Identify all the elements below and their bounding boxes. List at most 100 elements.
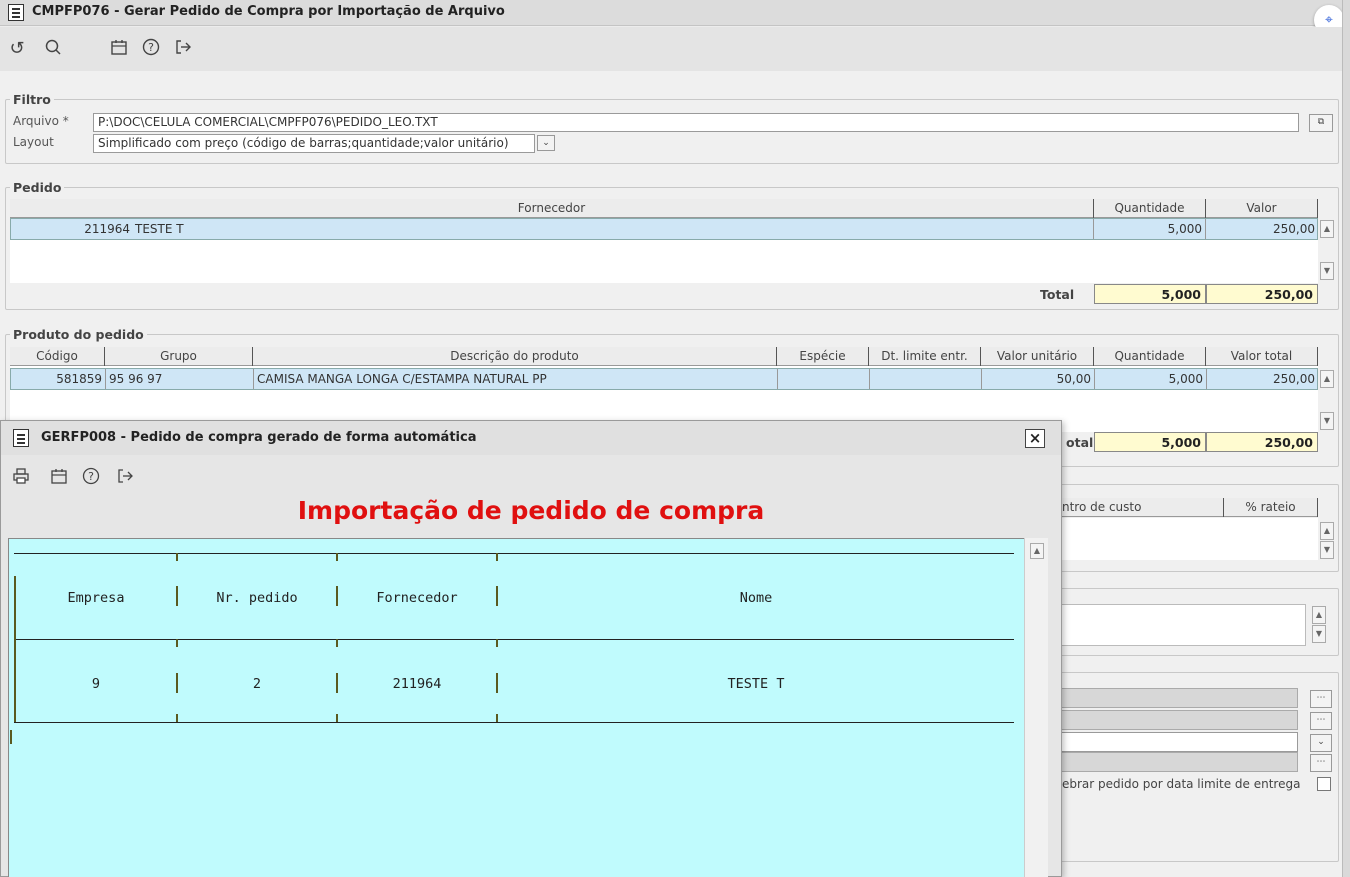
produto-valor-total: 250,00 bbox=[1273, 372, 1315, 386]
col-descricao[interactable]: Descrição do produto bbox=[253, 347, 777, 366]
observacao-textarea[interactable] bbox=[1060, 604, 1306, 646]
col-especie[interactable]: Espécie bbox=[777, 347, 869, 366]
layout-select[interactable]: Simplificado com preço (código de barras… bbox=[93, 134, 535, 153]
produto-codigo: 581859 bbox=[11, 369, 106, 389]
help-icon[interactable]: ? bbox=[80, 467, 102, 489]
report-col-nome: Nome bbox=[739, 590, 773, 606]
table-row[interactable]: 211964 TESTE T 5,000 250,00 bbox=[10, 218, 1318, 240]
pedido-legend: Pedido bbox=[13, 180, 62, 195]
scroll-up-icon[interactable]: ▲ bbox=[1320, 370, 1334, 388]
col-centro-custo[interactable]: ntro de custo bbox=[1060, 498, 1224, 517]
rateio-grid-body bbox=[1060, 518, 1318, 560]
produto-quantidade: 5,000 bbox=[1095, 369, 1207, 389]
produto-especie bbox=[778, 369, 870, 389]
col-dt-limite[interactable]: Dt. limite entr. bbox=[869, 347, 981, 366]
pedido-grid-header: Fornecedor Quantidade Valor bbox=[10, 199, 1318, 218]
close-icon[interactable]: × bbox=[1025, 429, 1045, 448]
lookup-icon[interactable]: ⋯ bbox=[1310, 754, 1332, 772]
report-col-fornecedor: Fornecedor bbox=[376, 590, 458, 606]
lookup-icon[interactable]: ⋯ bbox=[1310, 690, 1332, 708]
report-fornecedor-value: 211964 bbox=[392, 676, 442, 692]
scroll-down-icon[interactable]: ▼ bbox=[1320, 412, 1334, 430]
browse-file-icon[interactable]: ⧉ bbox=[1309, 114, 1333, 132]
exit-icon[interactable] bbox=[172, 38, 194, 60]
scroll-down-icon[interactable]: ▼ bbox=[1312, 625, 1326, 643]
col-quantidade[interactable]: Quantidade bbox=[1094, 347, 1206, 366]
table-row[interactable]: 581859 95 96 97 CAMISA MANGA LONGA C/EST… bbox=[10, 368, 1318, 390]
report-divider bbox=[176, 553, 178, 561]
app-document-icon bbox=[8, 4, 24, 21]
col-grupo[interactable]: Grupo bbox=[105, 347, 253, 366]
calendar-icon[interactable] bbox=[48, 467, 70, 489]
app-document-icon bbox=[13, 429, 29, 447]
fornecedor-code: 211964 bbox=[84, 222, 130, 236]
filtro-legend: Filtro bbox=[13, 92, 51, 107]
scroll-up-icon[interactable]: ▲ bbox=[1320, 220, 1334, 238]
col-quantidade[interactable]: Quantidade bbox=[1094, 199, 1206, 218]
pedido-total-label: Total bbox=[1040, 287, 1075, 302]
pedido-quantidade: 5,000 bbox=[1094, 219, 1206, 239]
search-icon[interactable] bbox=[42, 38, 64, 60]
main-toolbar: ↺ ? bbox=[0, 27, 1342, 71]
report-divider bbox=[176, 639, 178, 647]
lookup-icon[interactable]: ⋯ bbox=[1310, 712, 1332, 730]
arquivo-field[interactable]: P:\DOC\CELULA COMERCIAL\CMPFP076\PEDIDO_… bbox=[93, 113, 1299, 132]
report-col-nr-pedido: Nr. pedido bbox=[216, 590, 298, 606]
chevron-down-icon[interactable]: ⌄ bbox=[1310, 734, 1332, 752]
scroll-down-icon[interactable]: ▼ bbox=[1320, 262, 1334, 280]
report-divider bbox=[336, 639, 338, 647]
report-rule-mid bbox=[14, 639, 1014, 640]
exit-icon[interactable] bbox=[114, 467, 136, 489]
pedido-total-quantidade: 5,000 bbox=[1094, 284, 1206, 304]
col-codigo[interactable]: Código bbox=[10, 347, 105, 366]
report-title: Importação de pedido de compra bbox=[297, 496, 765, 525]
svg-text:?: ? bbox=[148, 41, 154, 54]
help-icon[interactable]: ? bbox=[140, 38, 162, 60]
report-nome-value: TESTE T bbox=[727, 676, 785, 692]
option-field-1[interactable] bbox=[1060, 688, 1298, 708]
pedido-valor: 250,00 bbox=[1273, 222, 1315, 236]
window-titlebar: CMPFP076 - Gerar Pedido de Compra por Im… bbox=[0, 0, 1350, 26]
report-divider bbox=[336, 553, 338, 561]
scroll-up-icon[interactable]: ▲ bbox=[1320, 522, 1334, 540]
col-valor-unitario[interactable]: Valor unitário bbox=[981, 347, 1094, 366]
layout-label: Layout bbox=[13, 135, 54, 149]
scroll-up-icon[interactable]: ▲ bbox=[1312, 606, 1326, 624]
produto-total-valor: 250,00 bbox=[1206, 432, 1318, 452]
scroll-down-icon[interactable]: ▼ bbox=[1320, 541, 1334, 559]
scroll-up-icon[interactable]: ▲ bbox=[1030, 543, 1044, 559]
option-field-2[interactable] bbox=[1060, 710, 1298, 730]
window-title: CMPFP076 - Gerar Pedido de Compra por Im… bbox=[32, 4, 505, 19]
report-nr-pedido-value: 2 bbox=[252, 676, 262, 692]
report-divider bbox=[336, 714, 338, 722]
dialog-titlebar: GERFP008 - Pedido de compra gerado de fo… bbox=[1, 421, 1061, 455]
col-rateio[interactable]: % rateio bbox=[1224, 498, 1318, 517]
col-fornecedor[interactable]: Fornecedor bbox=[10, 199, 1094, 218]
col-valor-total[interactable]: Valor total bbox=[1206, 347, 1318, 366]
report-divider bbox=[496, 714, 498, 722]
calendar-icon[interactable] bbox=[108, 38, 130, 60]
print-icon[interactable] bbox=[10, 467, 32, 489]
col-valor[interactable]: Valor bbox=[1206, 199, 1318, 218]
dialog-title: GERFP008 - Pedido de compra gerado de fo… bbox=[41, 430, 477, 445]
report-scrollbar[interactable]: ▲ bbox=[1024, 538, 1048, 877]
report-divider bbox=[496, 553, 498, 561]
quebrar-pedido-checkbox[interactable] bbox=[1317, 777, 1331, 791]
report-rule-top bbox=[14, 553, 1014, 554]
report-col-empresa: Empresa bbox=[67, 590, 125, 606]
option-select[interactable] bbox=[1060, 732, 1298, 752]
main-scrollbar[interactable] bbox=[1342, 0, 1350, 877]
option-field-3[interactable] bbox=[1060, 752, 1298, 772]
produto-descricao: CAMISA MANGA LONGA C/ESTAMPA NATURAL PP bbox=[254, 369, 778, 389]
report-divider bbox=[176, 714, 178, 722]
produto-dt-limite bbox=[870, 369, 982, 389]
undo-icon[interactable]: ↺ bbox=[6, 38, 28, 60]
report-bracket bbox=[10, 730, 12, 744]
quebrar-pedido-label: ebrar pedido por data limite de entrega bbox=[1062, 777, 1301, 791]
chevron-down-icon[interactable]: ⌄ bbox=[537, 135, 555, 151]
produto-legend: Produto do pedido bbox=[13, 327, 144, 342]
produto-grupo: 95 96 97 bbox=[106, 369, 254, 389]
svg-text:?: ? bbox=[88, 470, 94, 483]
produto-total-quantidade: 5,000 bbox=[1094, 432, 1206, 452]
pedido-total-valor: 250,00 bbox=[1206, 284, 1318, 304]
